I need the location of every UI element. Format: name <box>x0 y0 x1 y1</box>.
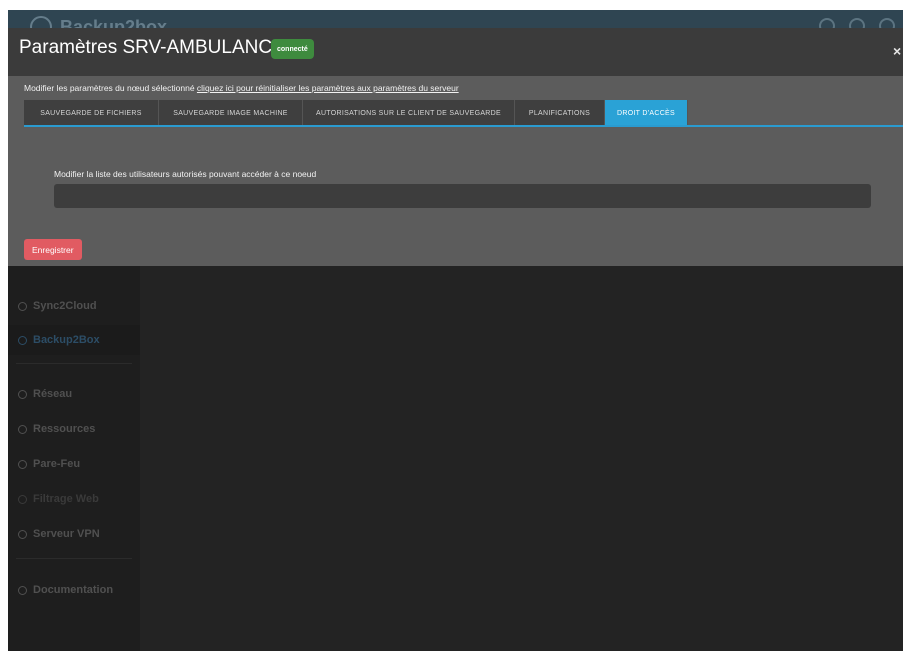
sidebar-item-label: Sync2Cloud <box>33 300 97 312</box>
sidebar-item-ressources[interactable]: Ressources <box>8 414 140 444</box>
sidebar-item-reseau[interactable]: Réseau <box>8 379 140 409</box>
cloud-icon <box>18 301 27 311</box>
sidebar-item-label: Backup2Box <box>33 334 100 346</box>
tab-sauvegarde-fichiers[interactable]: SAUVEGARDE DE FICHIERS <box>24 100 159 126</box>
authorized-users-input[interactable] <box>54 184 871 208</box>
settings-tabs: SAUVEGARDE DE FICHIERS SAUVEGARDE IMAGE … <box>24 100 688 126</box>
list-icon <box>18 424 27 434</box>
reset-prefix-text: Modifier les paramètres du nœud sélectio… <box>24 83 197 93</box>
shield-icon <box>18 459 27 469</box>
save-button[interactable]: Enregistrer <box>24 239 82 260</box>
sidebar-item-pare-feu[interactable]: Pare-Feu <box>8 449 140 479</box>
vpn-icon <box>18 529 27 539</box>
tab-autorisations-client[interactable]: AUTORISATIONS SUR LE CLIENT DE SAUVEGARD… <box>303 100 515 126</box>
authorized-users-label: Modifier la liste des utilisateurs autor… <box>54 169 317 179</box>
close-button[interactable]: × <box>893 43 903 59</box>
sidebar-item-label: Pare-Feu <box>33 458 81 470</box>
filter-icon <box>18 494 27 504</box>
sidebar-item-label: Ressources <box>33 423 96 435</box>
tab-planifications[interactable]: PLANIFICATIONS <box>515 100 605 126</box>
status-badge: connecté <box>271 39 314 59</box>
sidebar-divider <box>16 558 132 559</box>
help-icon <box>18 585 27 595</box>
app-window: Backup2box Sync2Cloud Backup2Box Réseau … <box>8 10 903 651</box>
sidebar-item-serveur-vpn[interactable]: Serveur VPN <box>8 519 140 549</box>
backup-icon <box>18 335 27 345</box>
sidebar-divider <box>16 363 132 364</box>
main-content-area <box>140 266 903 651</box>
reset-settings-link[interactable]: cliquez ici pour réinitialiser les param… <box>197 83 459 93</box>
sidebar-item-label: Serveur VPN <box>33 528 100 540</box>
sidebar-item-documentation[interactable]: Documentation <box>8 575 140 605</box>
tab-underline <box>24 125 903 127</box>
sidebar-item-sync2cloud[interactable]: Sync2Cloud <box>8 291 140 321</box>
modal-title: Paramètres SRV-AMBULANCE <box>19 37 285 58</box>
sidebar-item-label: Réseau <box>33 388 73 400</box>
sidebar: Sync2Cloud Backup2Box Réseau Ressources … <box>8 266 140 651</box>
sidebar-item-label: Documentation <box>33 584 114 596</box>
tab-sauvegarde-image-machine[interactable]: SAUVEGARDE IMAGE MACHINE <box>159 100 303 126</box>
reset-instructions: Modifier les paramètres du nœud sélectio… <box>24 83 459 93</box>
tab-droit-acces[interactable]: DROIT D'ACCÈS <box>605 100 688 126</box>
sidebar-item-filtrage-web[interactable]: Filtrage Web <box>8 484 140 514</box>
network-icon <box>18 389 27 399</box>
sidebar-item-label: Filtrage Web <box>33 493 99 505</box>
modal-header: Paramètres SRV-AMBULANCE connecté × <box>8 28 903 76</box>
sidebar-item-backup2box[interactable]: Backup2Box <box>8 325 140 355</box>
settings-modal: Paramètres SRV-AMBULANCE connecté × Modi… <box>8 28 903 266</box>
